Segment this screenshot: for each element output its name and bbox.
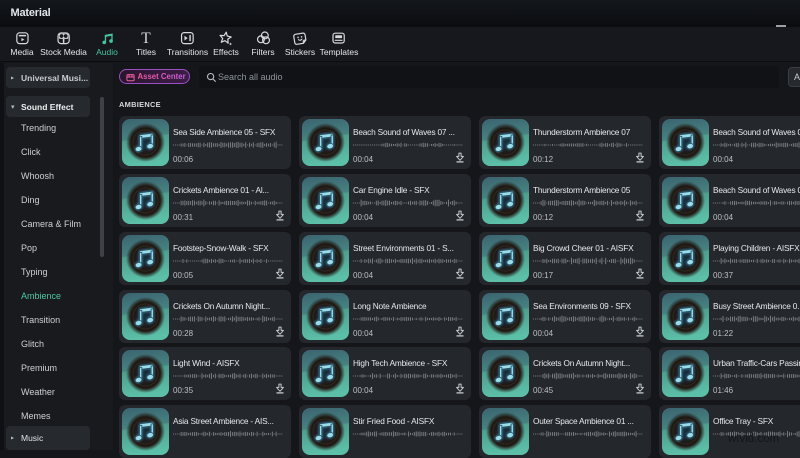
svg-text:T: T [141, 31, 151, 45]
